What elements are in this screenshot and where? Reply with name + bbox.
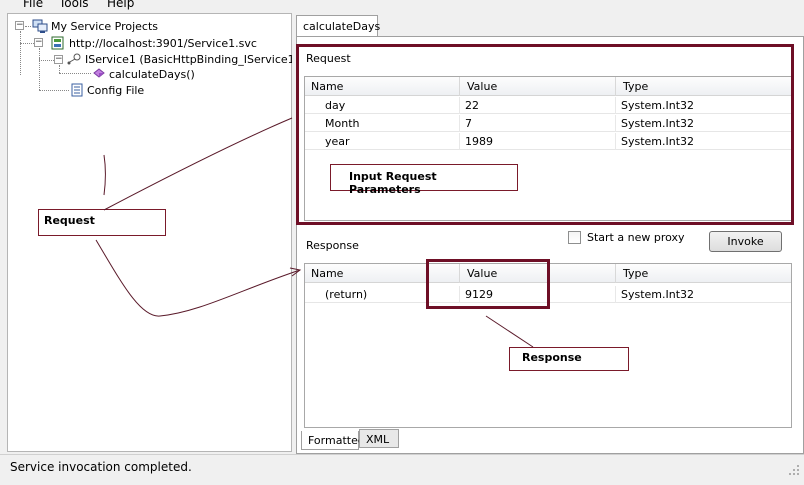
tab-calculate-days[interactable]: calculateDays [296,15,380,37]
request-callout: Request [38,209,166,236]
request-highlight-frame [296,44,794,225]
tree-root-label: My Service Projects [51,19,159,33]
response-row-name: (return) [325,288,368,301]
response-value-highlight-frame [426,259,550,309]
config-file-icon [70,83,84,97]
new-proxy-checkbox[interactable] [568,231,581,244]
response-section-title: Response [306,239,359,252]
status-bar: Service invocation completed. [0,454,804,479]
status-text: Service invocation completed. [10,460,192,474]
menu-bar: File Tools Help [0,0,804,10]
new-proxy-label: Start a new proxy [587,231,685,244]
service-icon [50,36,66,50]
response-callout: Response [509,347,629,371]
tree-collapse-contract[interactable]: − [54,55,63,64]
document-tab-strip: calculateDays [296,15,804,37]
menu-help[interactable]: Help [107,0,134,10]
tree-item-service[interactable]: http://localhost:3901/Service1.svc [50,35,257,51]
tree-collapse-root[interactable]: − [15,21,24,30]
response-col-name: Name [311,267,344,280]
tree-item-root[interactable]: My Service Projects [32,18,158,34]
input-params-callout: Input Request Parameters [330,164,518,196]
tree-item-operation[interactable]: calculateDays() [92,66,195,82]
tree-operation-label: calculateDays() [109,67,195,81]
tree-item-config[interactable]: Config File [70,82,144,98]
tree-config-label: Config File [87,83,145,97]
tree-contract-label: IService1 (BasicHttpBinding_IService1) [85,52,299,66]
tab-xml[interactable]: XML [359,429,399,448]
resize-grip-icon[interactable] [788,464,800,476]
menu-tools[interactable]: Tools [59,0,89,10]
tab-formatted[interactable]: Formatted [301,431,365,450]
response-row-type: System.Int32 [621,288,695,301]
invoke-button[interactable]: Invoke [709,231,782,252]
menu-file[interactable]: File [23,0,43,10]
wcf-test-client-window: File Tools Help − My Service Projects − [0,0,804,485]
tree-collapse-service[interactable]: − [34,38,43,47]
tree-service-label: http://localhost:3901/Service1.svc [69,36,257,50]
contract-interface-icon [66,52,82,66]
computer-project-icon [32,19,48,33]
response-col-type: Type [623,267,649,280]
tree-item-contract[interactable]: IService1 (BasicHttpBinding_IService1) [66,51,299,67]
method-icon [92,67,106,81]
